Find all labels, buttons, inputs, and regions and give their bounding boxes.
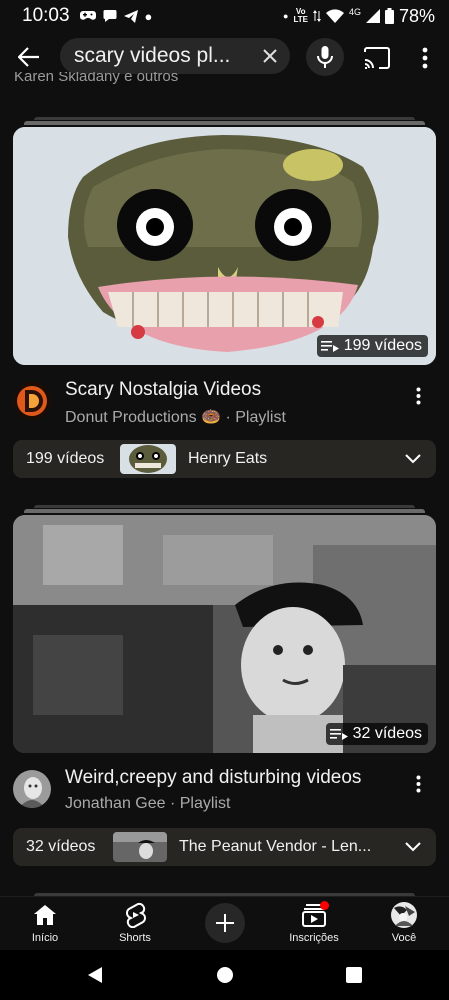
home-icon: [34, 905, 56, 925]
playlist-icon: [320, 341, 339, 352]
nav-home-label: Início: [31, 932, 59, 944]
clear-icon: [263, 49, 277, 63]
playlist-channel[interactable]: Donut Productions 🍩 · Playlist: [65, 407, 286, 427]
status-left-icons: ●: [79, 8, 153, 24]
chat-bubble-icon: [103, 10, 117, 22]
status-time: 10:03: [22, 5, 70, 26]
data-arrows-icon: [312, 10, 321, 22]
black-white-vendor-thumbnail: [13, 515, 436, 753]
playlist-thumbnail[interactable]: 32 vídeos: [13, 515, 436, 753]
telegram-icon: [123, 9, 138, 23]
avatar[interactable]: [13, 770, 51, 808]
playlist-title[interactable]: Scary Nostalgia Videos: [65, 379, 261, 401]
avatar: [391, 902, 417, 928]
system-home-button[interactable]: [214, 964, 236, 986]
first-video-title: Henry Eats: [188, 450, 268, 467]
battery-percent: 78%: [398, 5, 435, 26]
video-count-badge: 199 vídeos: [316, 335, 428, 357]
status-bar: 10:03 ● ● Vo LTE 4G 78%: [0, 0, 449, 32]
nav-subscriptions-label: Inscrições: [289, 932, 339, 944]
playlist-preview-strip[interactable]: 32 vídeos The Peanut Vendor - Len...: [13, 828, 436, 866]
search-query[interactable]: scary videos pl...: [74, 44, 254, 68]
recents-square-icon: [346, 967, 362, 983]
playlist-channel[interactable]: Jonathan Gee · Playlist: [65, 795, 230, 813]
dot-icon-small: ●: [283, 10, 289, 21]
playlist-title[interactable]: Weird,creepy and disturbing videos: [65, 767, 361, 789]
playlist-thumbnail[interactable]: 199 vídeos: [13, 127, 436, 365]
first-video-title: The Peanut Vendor - Len...: [179, 838, 372, 855]
create-icon: [216, 914, 234, 932]
strip-video-count: 32 vídeos: [26, 838, 96, 855]
more-vert-icon: [416, 775, 420, 793]
strip-video-count: 199 vídeos: [26, 450, 105, 467]
nav-you-label: Você: [391, 932, 417, 944]
search-input[interactable]: scary videos pl...: [60, 38, 290, 74]
first-video-thumbnail: [120, 444, 176, 474]
playlist-stack-edge: [34, 117, 415, 120]
volte-icon: Vo LTE: [293, 7, 308, 24]
jonathan-gee-avatar: [13, 770, 51, 808]
system-recents-button[interactable]: [343, 964, 365, 986]
cast-icon: [364, 47, 390, 69]
notification-dot: [320, 901, 329, 910]
battery-icon: [384, 8, 394, 24]
system-navigation-bar: [0, 950, 449, 1000]
signal-icon: [365, 9, 380, 23]
back-arrow-icon: [18, 47, 39, 67]
playlist-stack-edge: [24, 509, 425, 513]
first-video-thumbnail: [113, 832, 167, 862]
dot-icon: ●: [144, 8, 153, 24]
playlist-meta: Scary Nostalgia Videos Donut Productions…: [0, 379, 449, 439]
chevron-down-icon: [405, 454, 421, 464]
more-options-button[interactable]: [415, 44, 435, 72]
video-count: 199 vídeos: [343, 337, 422, 354]
mini-vendor-thumbnail: [113, 832, 167, 862]
nav-shorts-label: Shorts: [119, 932, 151, 944]
nav-subscriptions[interactable]: Inscrições: [279, 901, 349, 949]
wifi-icon: [325, 9, 344, 23]
nav-you[interactable]: Você: [369, 901, 439, 949]
status-right-icons: ● Vo LTE 4G 78%: [283, 6, 435, 27]
mini-creepy-face: [120, 444, 176, 474]
nav-home[interactable]: Início: [10, 901, 80, 949]
more-vert-icon: [422, 47, 428, 69]
shorts-icon: [126, 902, 146, 928]
video-count: 32 vídeos: [352, 725, 422, 742]
network-type: 4G: [348, 7, 361, 17]
playlist-more-button[interactable]: [408, 383, 428, 409]
cast-button[interactable]: [363, 44, 391, 72]
system-back-button[interactable]: [84, 964, 106, 986]
playlist-icon: [329, 729, 348, 740]
avatar[interactable]: [13, 382, 51, 420]
playlist-more-button[interactable]: [408, 771, 428, 797]
previous-result-subtitle: Karen Skladany e outros: [14, 72, 179, 85]
home-circle-icon: [217, 967, 233, 983]
more-vert-icon: [416, 387, 420, 405]
creepy-face-thumbnail: [13, 127, 436, 365]
donut-productions-logo: [13, 382, 51, 420]
mic-icon: [317, 46, 333, 68]
playlist-stack-edge: [24, 121, 425, 125]
voice-search-button[interactable]: [306, 38, 344, 76]
nav-shorts[interactable]: Shorts: [100, 901, 170, 949]
chevron-down-icon: [405, 842, 421, 852]
back-triangle-icon: [88, 967, 102, 983]
back-button[interactable]: [14, 42, 44, 72]
clear-search-button[interactable]: [260, 46, 280, 66]
create-button[interactable]: [205, 903, 245, 943]
playlist-stack-edge: [34, 505, 415, 508]
playlist-preview-strip[interactable]: 199 vídeos Henry Eats: [13, 440, 436, 478]
expand-button[interactable]: [404, 450, 422, 468]
game-controller-icon: [79, 11, 96, 20]
playlist-meta: Weird,creepy and disturbing videos Jonat…: [0, 767, 449, 827]
video-count-badge: 32 vídeos: [325, 723, 428, 745]
expand-button[interactable]: [404, 838, 422, 856]
bottom-navigation: Início Shorts Inscrições Você: [0, 896, 449, 950]
